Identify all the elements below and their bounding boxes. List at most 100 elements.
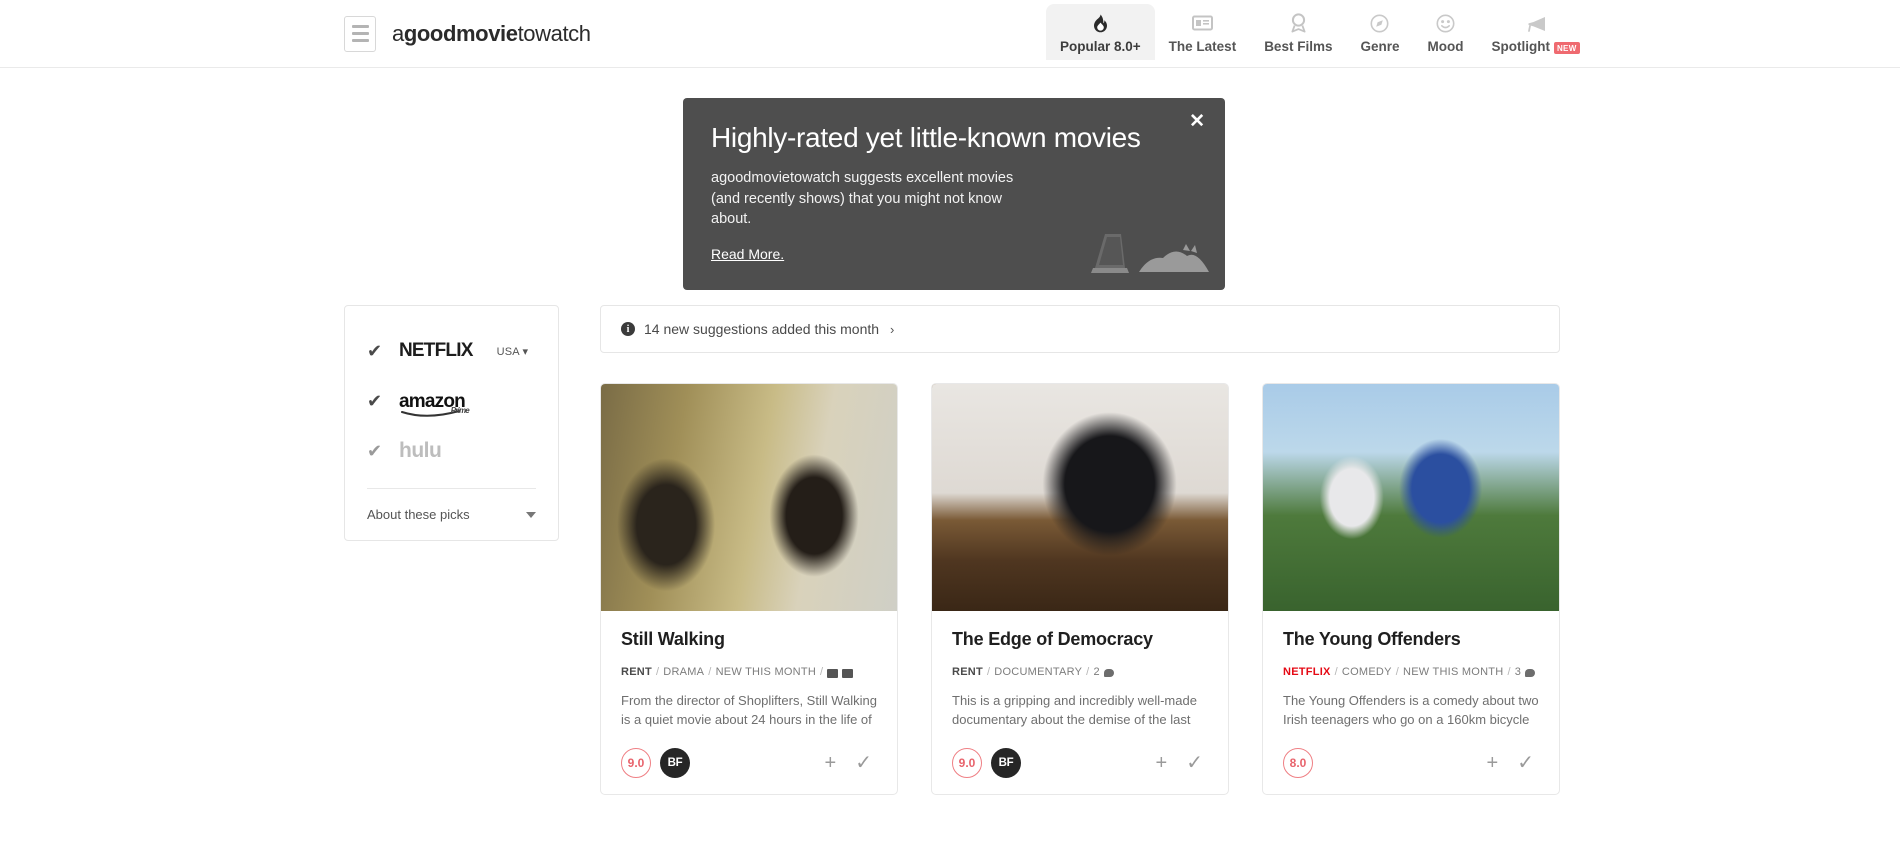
nav-label-mood: Mood <box>1428 39 1464 54</box>
rating-badge: 9.0 <box>621 748 651 778</box>
new-badge: NEW <box>1554 42 1580 54</box>
main-navigation: Popular 8.0+ The Latest Best Films Genre <box>1046 4 1594 60</box>
meta-separator: / <box>656 666 659 678</box>
about-these-picks-label: About these picks <box>367 507 470 522</box>
movie-poster-image[interactable] <box>932 384 1228 611</box>
logo-part-3: towatch <box>518 21 591 46</box>
movie-card[interactable]: The Edge of Democracy RENT / DOCUMENTARY… <box>931 383 1229 795</box>
nav-label-popular: Popular 8.0+ <box>1060 39 1141 54</box>
rating-badge: 8.0 <box>1283 748 1313 778</box>
flame-icon <box>1092 12 1109 34</box>
amazon-prime-text: Prime <box>451 407 469 415</box>
page-body: ✔ NETFLIX USA ▾ ✔ amazon Prime ✔ hulu Ab… <box>0 305 1900 795</box>
hamburger-bar <box>352 39 369 42</box>
nav-item-mood[interactable]: Mood <box>1414 4 1478 60</box>
movie-genre: DRAMA <box>663 666 704 678</box>
movie-card-footer: 9.0 BF + ✓ <box>621 748 877 780</box>
meta-separator: / <box>1086 666 1089 678</box>
subtitles-badge-icon <box>827 669 838 678</box>
check-icon: ✔ <box>367 342 382 360</box>
filter-amazon-prime[interactable]: ✔ amazon Prime <box>367 376 536 426</box>
movie-description: The Young Offenders is a comedy about tw… <box>1283 692 1539 730</box>
netflix-logo: NETFLIX <box>399 340 473 362</box>
news-card-icon <box>1192 12 1213 34</box>
meta-separator: / <box>1507 666 1510 678</box>
check-icon[interactable]: ✓ <box>850 753 877 773</box>
check-icon[interactable]: ✓ <box>1181 753 1208 773</box>
movie-card-body: The Young Offenders NETFLIX / COMEDY / N… <box>1263 611 1559 794</box>
meta-separator: / <box>1396 666 1399 678</box>
movie-meta: NETFLIX / COMEDY / NEW THIS MONTH / 3 <box>1283 666 1539 678</box>
chevron-right-icon: › <box>890 322 894 337</box>
nav-label-spotlight: Spotlight NEW <box>1492 39 1580 54</box>
nav-item-best-films[interactable]: Best Films <box>1250 4 1346 60</box>
movie-description: This is a gripping and incredibly well-m… <box>952 692 1208 730</box>
nav-label-spotlight-text: Spotlight <box>1492 39 1550 54</box>
logo-part-1: a <box>392 21 404 46</box>
plus-icon[interactable]: + <box>1482 753 1504 773</box>
movie-poster-image[interactable] <box>1263 384 1559 611</box>
movie-card-body: The Edge of Democracy RENT / DOCUMENTARY… <box>932 611 1228 794</box>
check-icon: ✔ <box>367 392 382 410</box>
audio-badge-icon <box>842 669 853 678</box>
netflix-region-selector[interactable]: USA ▾ <box>497 345 529 358</box>
promo-body: agoodmovietowatch suggests excellent mov… <box>711 168 1041 230</box>
compass-icon <box>1370 12 1389 34</box>
movie-tag: NEW THIS MONTH <box>716 666 816 678</box>
comment-icon <box>1525 669 1535 677</box>
filter-hulu[interactable]: ✔ hulu <box>367 426 536 476</box>
megaphone-icon <box>1525 12 1547 34</box>
suggestions-notice-text: 14 new suggestions added this month <box>644 321 879 337</box>
nav-item-the-latest[interactable]: The Latest <box>1155 4 1251 60</box>
best-films-badge: BF <box>660 748 690 778</box>
filter-netflix[interactable]: ✔ NETFLIX USA ▾ <box>367 326 536 376</box>
hamburger-menu-icon[interactable] <box>344 16 376 52</box>
main-content: i 14 new suggestions added this month › … <box>600 305 1560 795</box>
nav-label-the-latest: The Latest <box>1169 39 1237 54</box>
plus-icon[interactable]: + <box>1151 753 1173 773</box>
movie-comment-count: 3 <box>1515 666 1521 678</box>
read-more-link[interactable]: Read More. <box>711 246 784 262</box>
laptop-and-cat-illustration <box>1091 222 1211 280</box>
movie-card-body: Still Walking RENT / DRAMA / NEW THIS MO… <box>601 611 897 794</box>
meta-separator: / <box>987 666 990 678</box>
nav-item-genre[interactable]: Genre <box>1346 4 1413 60</box>
suggestions-notice[interactable]: i 14 new suggestions added this month › <box>600 305 1560 353</box>
plus-icon[interactable]: + <box>820 753 842 773</box>
meta-separator: / <box>1335 666 1338 678</box>
movie-title[interactable]: The Edge of Democracy <box>952 629 1208 650</box>
promo-title: Highly-rated yet little-known movies <box>711 122 1197 154</box>
site-logo[interactable]: agoodmovietowatch <box>392 21 591 47</box>
movie-source: RENT <box>952 666 983 678</box>
close-icon[interactable]: ✕ <box>1189 112 1205 131</box>
movie-meta: RENT / DOCUMENTARY / 2 <box>952 666 1208 678</box>
brand-zone: agoodmovietowatch <box>344 16 591 52</box>
movie-card[interactable]: The Young Offenders NETFLIX / COMEDY / N… <box>1262 383 1560 795</box>
movie-title[interactable]: The Young Offenders <box>1283 629 1539 650</box>
movie-meta: RENT / DRAMA / NEW THIS MONTH / <box>621 666 877 678</box>
hulu-logo: hulu <box>399 439 441 463</box>
amazon-prime-logo: amazon Prime <box>399 392 465 411</box>
site-header: agoodmovietowatch Popular 8.0+ The Lates… <box>0 0 1900 68</box>
nav-item-spotlight[interactable]: Spotlight NEW <box>1478 4 1594 60</box>
about-these-picks-toggle[interactable]: About these picks <box>367 489 536 526</box>
meta-separator: / <box>820 666 823 678</box>
hamburger-bar <box>352 25 369 28</box>
netflix-region-label: USA <box>497 346 520 358</box>
check-icon[interactable]: ✓ <box>1512 753 1539 773</box>
promo-banner: ✕ Highly-rated yet little-known movies a… <box>683 98 1225 290</box>
movie-tag: NEW THIS MONTH <box>1403 666 1503 678</box>
movie-genre: DOCUMENTARY <box>994 666 1082 678</box>
meta-separator: / <box>708 666 711 678</box>
movie-title[interactable]: Still Walking <box>621 629 877 650</box>
movie-poster-image[interactable] <box>601 384 897 611</box>
filters-sidebar: ✔ NETFLIX USA ▾ ✔ amazon Prime ✔ hulu Ab… <box>344 305 559 541</box>
movie-genre: COMEDY <box>1342 666 1392 678</box>
nav-item-popular[interactable]: Popular 8.0+ <box>1046 4 1155 60</box>
rating-badge: 9.0 <box>952 748 982 778</box>
movie-card[interactable]: Still Walking RENT / DRAMA / NEW THIS MO… <box>600 383 898 795</box>
movie-source: NETFLIX <box>1283 666 1331 678</box>
movie-card-grid: Still Walking RENT / DRAMA / NEW THIS MO… <box>600 383 1560 795</box>
logo-part-2: goodmovie <box>404 21 518 46</box>
movie-description: From the director of Shoplifters, Still … <box>621 692 877 730</box>
